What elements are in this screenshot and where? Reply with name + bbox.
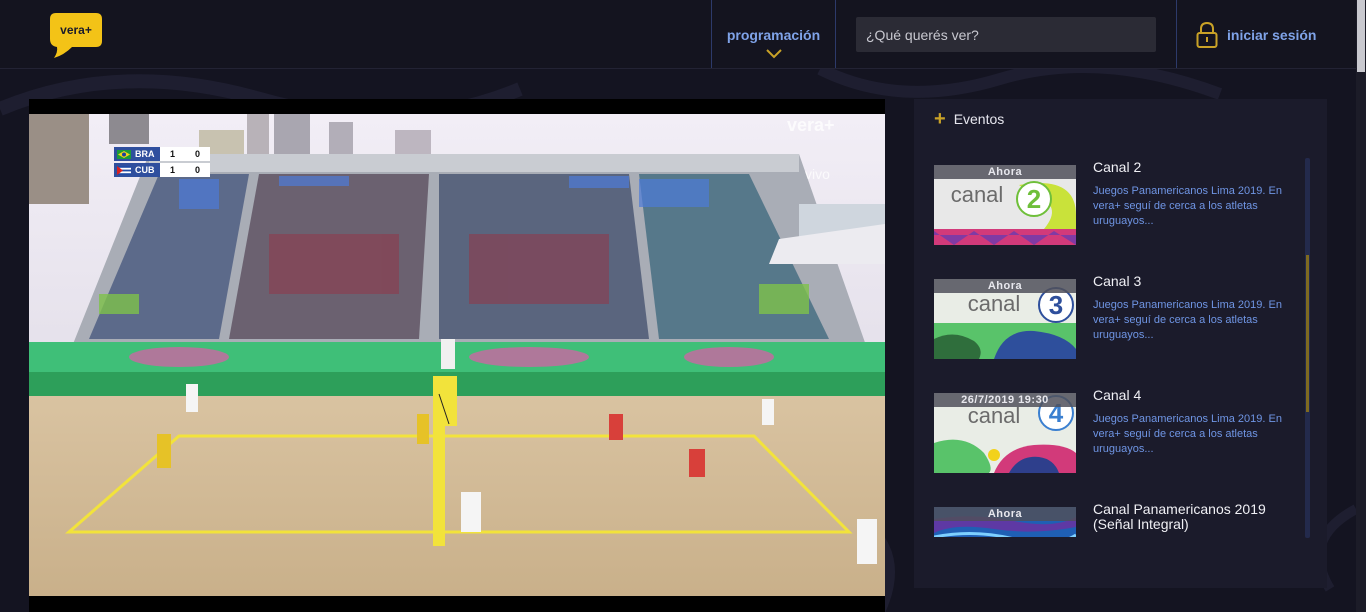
- list-item[interactable]: canal 3 Ahora Canal 3 Juegos Panamerican…: [934, 271, 1310, 361]
- watermark-brand: vera+: [787, 115, 835, 135]
- list-item[interactable]: canal 4 26/7/2019 19:30 Canal 4 Juegos P…: [934, 385, 1310, 475]
- nav-divider: [1176, 0, 1177, 68]
- team-name: BRA: [135, 149, 155, 159]
- set-score: 0: [194, 149, 200, 159]
- channel-watermark: vera+ vivo: [787, 115, 835, 182]
- channel-description: Juegos Panamericanos Lima 2019. En vera+…: [1093, 413, 1282, 455]
- events-scrollbar[interactable]: [1305, 158, 1310, 538]
- set-score: 0: [194, 165, 200, 175]
- channel-thumbnail[interactable]: Ahora: [934, 507, 1076, 537]
- top-header: vera+ programación iniciar sesión: [0, 0, 1356, 69]
- login-button[interactable]: iniciar sesión: [1196, 22, 1316, 48]
- list-item[interactable]: canal 2 Ahora Canal 2 Juegos Panamerican…: [934, 157, 1310, 247]
- set-score: 1: [169, 149, 175, 159]
- channel-name[interactable]: Canal 3: [1093, 274, 1293, 289]
- video-player[interactable]: BRA 1 0 CUB 1 0 vera+ vivo: [29, 99, 885, 612]
- status-badge: 26/7/2019 19:30: [934, 393, 1076, 407]
- chevron-down-icon: [766, 49, 782, 59]
- svg-text:2: 2: [1027, 184, 1041, 214]
- cuba-flag-icon: [117, 165, 131, 175]
- page-scrollbar[interactable]: [1356, 0, 1366, 612]
- status-badge: Ahora: [934, 165, 1076, 179]
- channel-description: Juegos Panamericanos Lima 2019. En vera+…: [1093, 185, 1282, 227]
- events-panel: + Eventos canal 2 Ahora Canal 2 Juegos P…: [914, 99, 1327, 588]
- nav-divider: [835, 0, 836, 68]
- live-label: vivo: [805, 166, 830, 182]
- events-list[interactable]: canal 2 Ahora Canal 2 Juegos Panamerican…: [934, 157, 1310, 537]
- score-row: CUB 1 0: [114, 163, 210, 177]
- channel-description: Juegos Panamericanos Lima 2019. En vera+…: [1093, 299, 1282, 341]
- brazil-flag-icon: [117, 149, 131, 159]
- channel-thumbnail[interactable]: canal 2 Ahora: [934, 165, 1076, 245]
- status-badge: Ahora: [934, 507, 1076, 521]
- login-label: iniciar sesión: [1227, 27, 1317, 43]
- channel-name[interactable]: Canal 4: [1093, 388, 1293, 403]
- svg-text:canal: canal: [951, 182, 1004, 207]
- channel-name[interactable]: Canal 2: [1093, 160, 1293, 175]
- channel-name[interactable]: Canal Panamericanos 2019 (Señal Integral…: [1093, 502, 1293, 532]
- team-name: CUB: [135, 165, 155, 175]
- channel-thumbnail[interactable]: canal 3 Ahora: [934, 279, 1076, 359]
- plus-icon: +: [934, 108, 946, 130]
- score-row: BRA 1 0: [114, 147, 210, 161]
- video-frame[interactable]: [29, 114, 885, 596]
- lock-icon: [1196, 22, 1218, 48]
- list-item[interactable]: Ahora Canal Panamericanos 2019 (Señal In…: [934, 499, 1310, 537]
- events-scrollbar-thumb[interactable]: [1306, 255, 1309, 412]
- events-header[interactable]: + Eventos: [934, 108, 1005, 130]
- vera-plus-logo[interactable]: vera+: [50, 11, 102, 59]
- status-badge: Ahora: [934, 279, 1076, 293]
- svg-text:canal: canal: [968, 291, 1021, 316]
- scoreboard: BRA 1 0 CUB 1 0: [114, 147, 210, 179]
- logo-text: vera+: [60, 23, 92, 37]
- nav-programacion-label: programación: [726, 27, 821, 43]
- channel-thumbnail[interactable]: canal 4 26/7/2019 19:30: [934, 393, 1076, 473]
- page-scrollbar-thumb[interactable]: [1357, 0, 1365, 72]
- search-input[interactable]: [856, 17, 1156, 52]
- svg-text:3: 3: [1049, 290, 1063, 320]
- set-score: 1: [169, 165, 175, 175]
- events-title: Eventos: [953, 111, 1005, 127]
- nav-programacion[interactable]: programación: [712, 0, 835, 68]
